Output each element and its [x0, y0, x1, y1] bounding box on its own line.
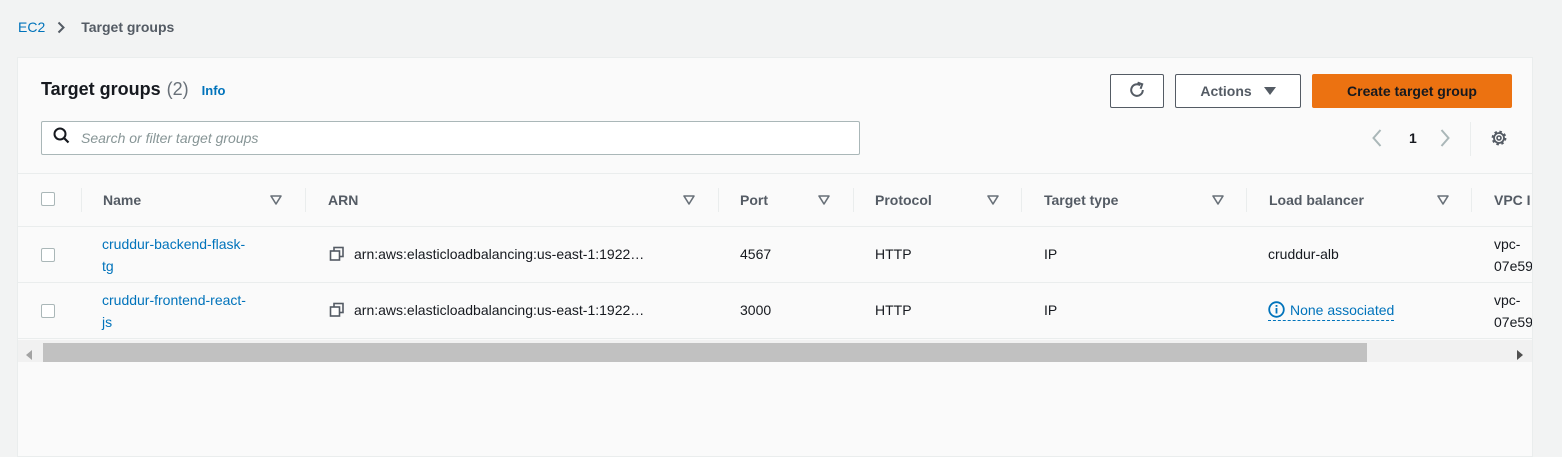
column-divider [1471, 188, 1472, 212]
search-field [41, 121, 860, 155]
arn-cell: arn:aws:elasticloadbalancing:us-east-1:1… [329, 302, 644, 318]
divider [1470, 122, 1471, 156]
gear-icon[interactable] [1489, 128, 1509, 153]
caret-down-icon [1263, 87, 1276, 95]
target-group-count: (2) [166, 79, 189, 99]
actions-label: Actions [1200, 83, 1252, 99]
column-header-port[interactable]: Port [740, 174, 768, 226]
column-header-vpc-id[interactable]: VPC I [1494, 174, 1531, 226]
vpc-line: vpc- [1494, 236, 1521, 252]
arn-value: arn:aws:elasticloadbalancing:us-east-1:1… [354, 302, 645, 318]
none-associated-link[interactable]: None associated [1268, 301, 1395, 321]
copy-icon[interactable] [329, 302, 345, 318]
table-row: cruddur-frontend-react- js arn:aws:elast… [18, 283, 1532, 339]
chevron-right-icon[interactable] [1439, 128, 1451, 153]
column-divider [1246, 188, 1247, 212]
column-header-target-type[interactable]: Target type [1044, 174, 1118, 226]
create-target-group-button[interactable]: Create target group [1312, 74, 1512, 108]
column-header-load-balancer[interactable]: Load balancer [1269, 174, 1364, 226]
breadcrumb: EC2 Target groups [18, 17, 174, 37]
arn-value: arn:aws:elasticloadbalancing:us-east-1:1… [354, 246, 645, 262]
vpc-line: 07e59 [1494, 314, 1532, 330]
row-checkbox[interactable] [41, 304, 55, 318]
protocol-cell: HTTP [875, 246, 912, 262]
target-groups-table: Name ARN Port Protocol Target type Load … [18, 173, 1532, 340]
info-icon [1268, 301, 1285, 318]
table-row: cruddur-backend-flask- tg arn:aws:elasti… [18, 227, 1532, 283]
panel-header: Target groups (2) Info [41, 79, 226, 100]
column-divider [81, 188, 82, 212]
arn-cell: arn:aws:elasticloadbalancing:us-east-1:1… [329, 246, 644, 262]
target-group-name-link[interactable]: cruddur-backend-flask- tg [102, 233, 245, 277]
scroll-left-icon[interactable] [26, 347, 32, 365]
column-header-protocol[interactable]: Protocol [875, 174, 932, 226]
load-balancer-cell: cruddur-alb [1268, 246, 1339, 262]
column-label: VPC I [1494, 192, 1531, 208]
vpc-line: vpc- [1494, 292, 1521, 308]
column-label: Load balancer [1269, 192, 1364, 208]
search-input[interactable] [79, 129, 843, 147]
vpc-id-cell: vpc- 07e59 [1494, 233, 1532, 277]
name-line: js [102, 314, 113, 330]
name-line: tg [102, 258, 114, 274]
target-groups-panel: Target groups (2) Info Actions Create ta… [17, 57, 1533, 457]
table-header: Name ARN Port Protocol Target type Load … [18, 173, 1532, 227]
load-balancer-cell: None associated [1268, 301, 1395, 321]
page-title: Target groups [41, 79, 161, 99]
column-label: Protocol [875, 192, 932, 208]
scroll-right-icon[interactable] [1517, 347, 1523, 365]
target-group-name-link[interactable]: cruddur-frontend-react- js [102, 289, 246, 333]
load-balancer-text: None associated [1290, 301, 1395, 318]
row-checkbox[interactable] [41, 248, 55, 262]
breadcrumb-ec2-link[interactable]: EC2 [18, 19, 45, 35]
target-type-cell: IP [1044, 246, 1058, 262]
column-label: Target type [1044, 192, 1119, 208]
column-divider [1021, 188, 1022, 212]
column-divider [305, 188, 306, 212]
protocol-cell: HTTP [875, 302, 912, 318]
search-icon [42, 127, 70, 149]
column-divider [718, 188, 719, 212]
scrollbar-thumb[interactable] [43, 343, 1367, 362]
horizontal-scrollbar[interactable] [18, 340, 1532, 362]
name-line: cruddur-backend-flask- [102, 236, 246, 252]
column-divider [853, 188, 854, 212]
vpc-id-cell: vpc- 07e59 [1494, 289, 1532, 333]
target-type-cell: IP [1044, 302, 1058, 318]
port-cell: 3000 [740, 302, 772, 318]
refresh-button[interactable] [1110, 74, 1164, 108]
breadcrumb-current: Target groups [81, 19, 175, 35]
select-all-checkbox[interactable] [41, 192, 55, 206]
column-label: Port [740, 192, 768, 208]
column-header-arn[interactable]: ARN [328, 174, 358, 226]
column-label: ARN [328, 192, 359, 208]
chevron-right-icon [57, 21, 66, 34]
actions-dropdown-button[interactable]: Actions [1175, 74, 1301, 108]
vpc-line: 07e59 [1494, 258, 1532, 274]
chevron-left-icon[interactable] [1371, 128, 1383, 153]
column-header-name[interactable]: Name [103, 174, 141, 226]
column-label: Name [103, 192, 142, 208]
port-cell: 4567 [740, 246, 772, 262]
info-link[interactable]: Info [202, 83, 226, 98]
copy-icon[interactable] [329, 246, 345, 262]
refresh-icon [1127, 80, 1147, 103]
name-line: cruddur-frontend-react- [102, 292, 246, 308]
current-page-number[interactable]: 1 [1409, 130, 1417, 146]
